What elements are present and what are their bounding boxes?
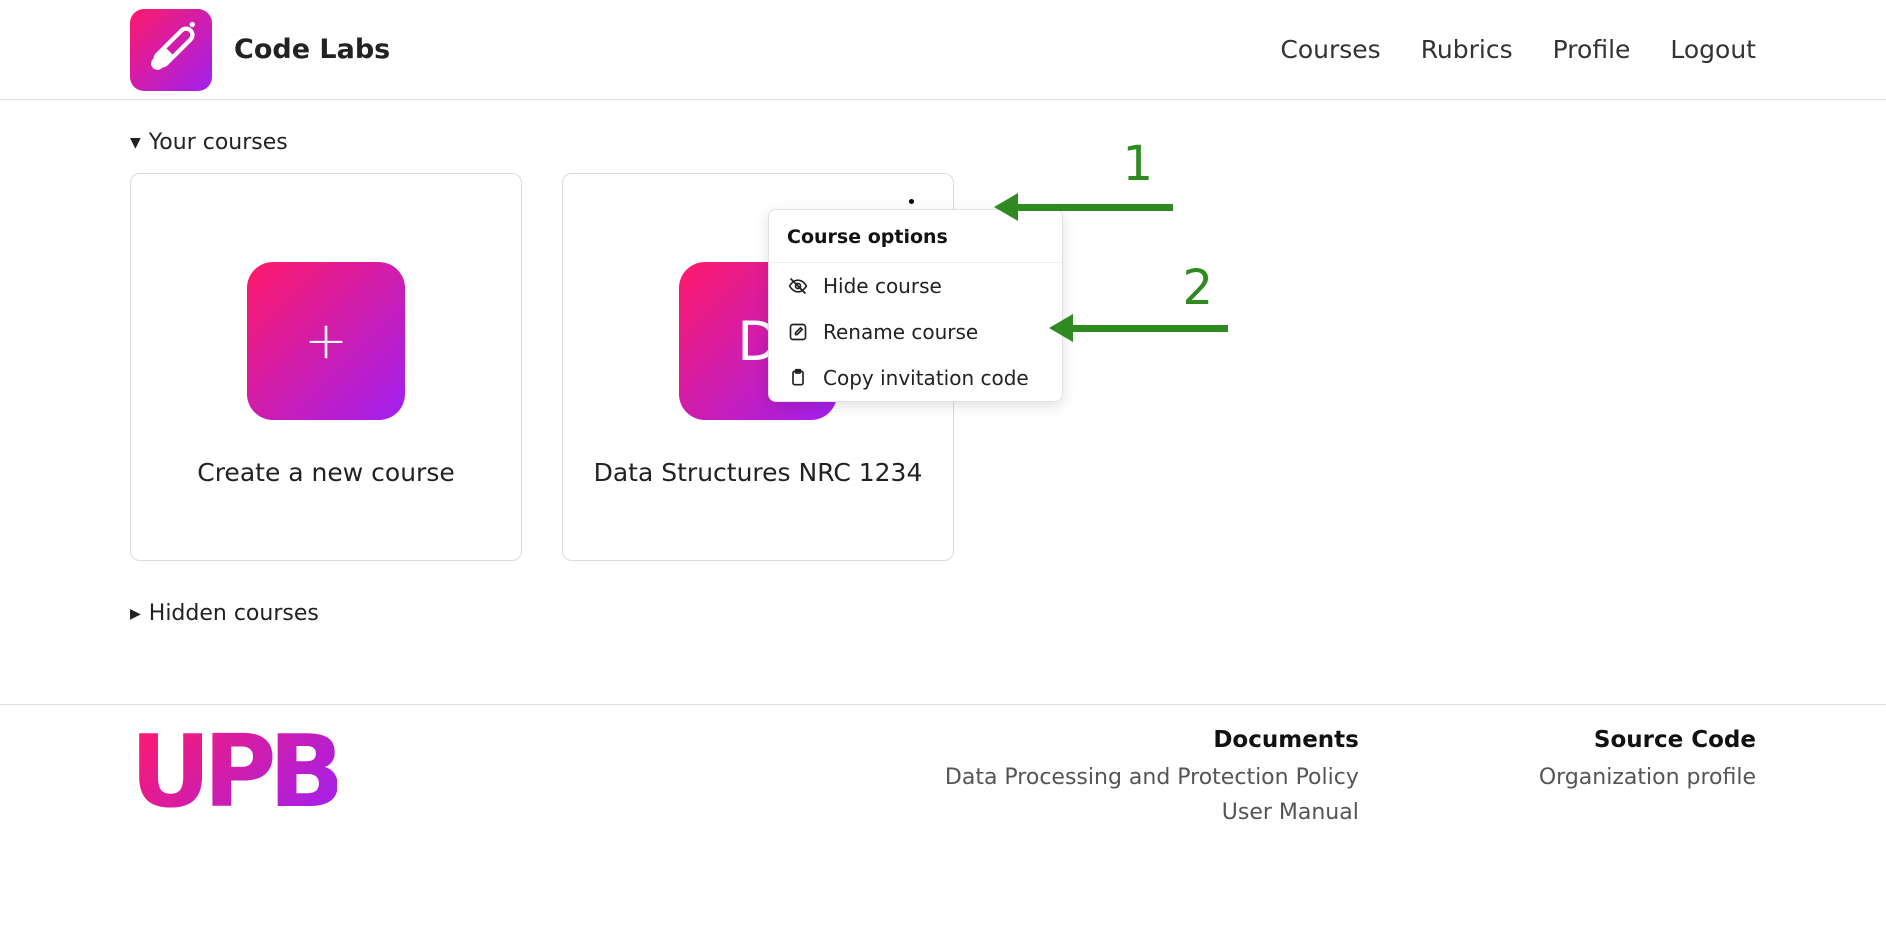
caret-down-icon: ▼ [130, 135, 141, 151]
course-title: Data Structures NRC 1234 [594, 458, 923, 487]
footer-source-heading: Source Code [1539, 727, 1756, 753]
section-your-courses[interactable]: ▼ Your courses [130, 130, 1756, 155]
section-hidden-label: Hidden courses [149, 601, 319, 626]
annotation-arrow-1-tail [1013, 204, 1173, 211]
nav-profile[interactable]: Profile [1553, 35, 1631, 64]
edit-icon [787, 321, 809, 343]
footer-source: Source Code Organization profile [1539, 727, 1756, 837]
header: Code Labs Courses Rubrics Profile Logout [0, 0, 1886, 100]
menu-hide-label: Hide course [823, 274, 942, 298]
brand[interactable]: Code Labs [130, 9, 390, 91]
annotation-arrow-2-tail [1068, 325, 1228, 332]
main: ▼ Your courses + Create a new course Cou… [0, 100, 1886, 704]
nav: Courses Rubrics Profile Logout [1280, 35, 1756, 64]
caret-right-icon: ▶ [130, 606, 141, 622]
nav-courses[interactable]: Courses [1280, 35, 1380, 64]
nav-rubrics[interactable]: Rubrics [1421, 35, 1513, 64]
card-course[interactable]: Course options Hide course [562, 173, 954, 561]
eye-off-icon [787, 275, 809, 297]
footer-columns: Documents Data Processing and Protection… [945, 727, 1756, 837]
clipboard-icon [787, 367, 809, 389]
menu-rename-label: Rename course [823, 320, 978, 344]
menu-hide-course[interactable]: Hide course [769, 263, 1062, 309]
brand-name: Code Labs [234, 34, 390, 65]
menu-copy-code[interactable]: Copy invitation code [769, 355, 1062, 401]
nav-logout[interactable]: Logout [1670, 35, 1756, 64]
footer-documents: Documents Data Processing and Protection… [945, 727, 1359, 837]
footer-documents-heading: Documents [945, 727, 1359, 753]
menu-title: Course options [769, 210, 1062, 263]
footer-source-link-org[interactable]: Organization profile [1539, 765, 1756, 790]
card-create-course[interactable]: + Create a new course [130, 173, 522, 561]
course-options-menu: Course options Hide course [768, 209, 1063, 402]
plus-tile: + [247, 262, 405, 420]
footer: UPB Documents Data Processing and Protec… [0, 704, 1886, 837]
section-your-label: Your courses [149, 130, 288, 155]
card-create-title: Create a new course [197, 458, 454, 487]
annotation-number-1: 1 [1122, 136, 1153, 192]
menu-rename-course[interactable]: Rename course [769, 309, 1062, 355]
section-hidden-courses[interactable]: ▶ Hidden courses [130, 601, 1756, 626]
upb-logo-text: UPB [130, 727, 337, 817]
footer-doc-link-policy[interactable]: Data Processing and Protection Policy [945, 765, 1359, 790]
card-row: + Create a new course Course options Hid… [130, 173, 1756, 561]
plus-icon: + [304, 311, 348, 371]
footer-logo: UPB [130, 727, 420, 837]
menu-copy-label: Copy invitation code [823, 366, 1029, 390]
logo-icon [130, 9, 212, 91]
annotation-number-2: 2 [1182, 260, 1213, 316]
footer-doc-link-manual[interactable]: User Manual [945, 800, 1359, 825]
